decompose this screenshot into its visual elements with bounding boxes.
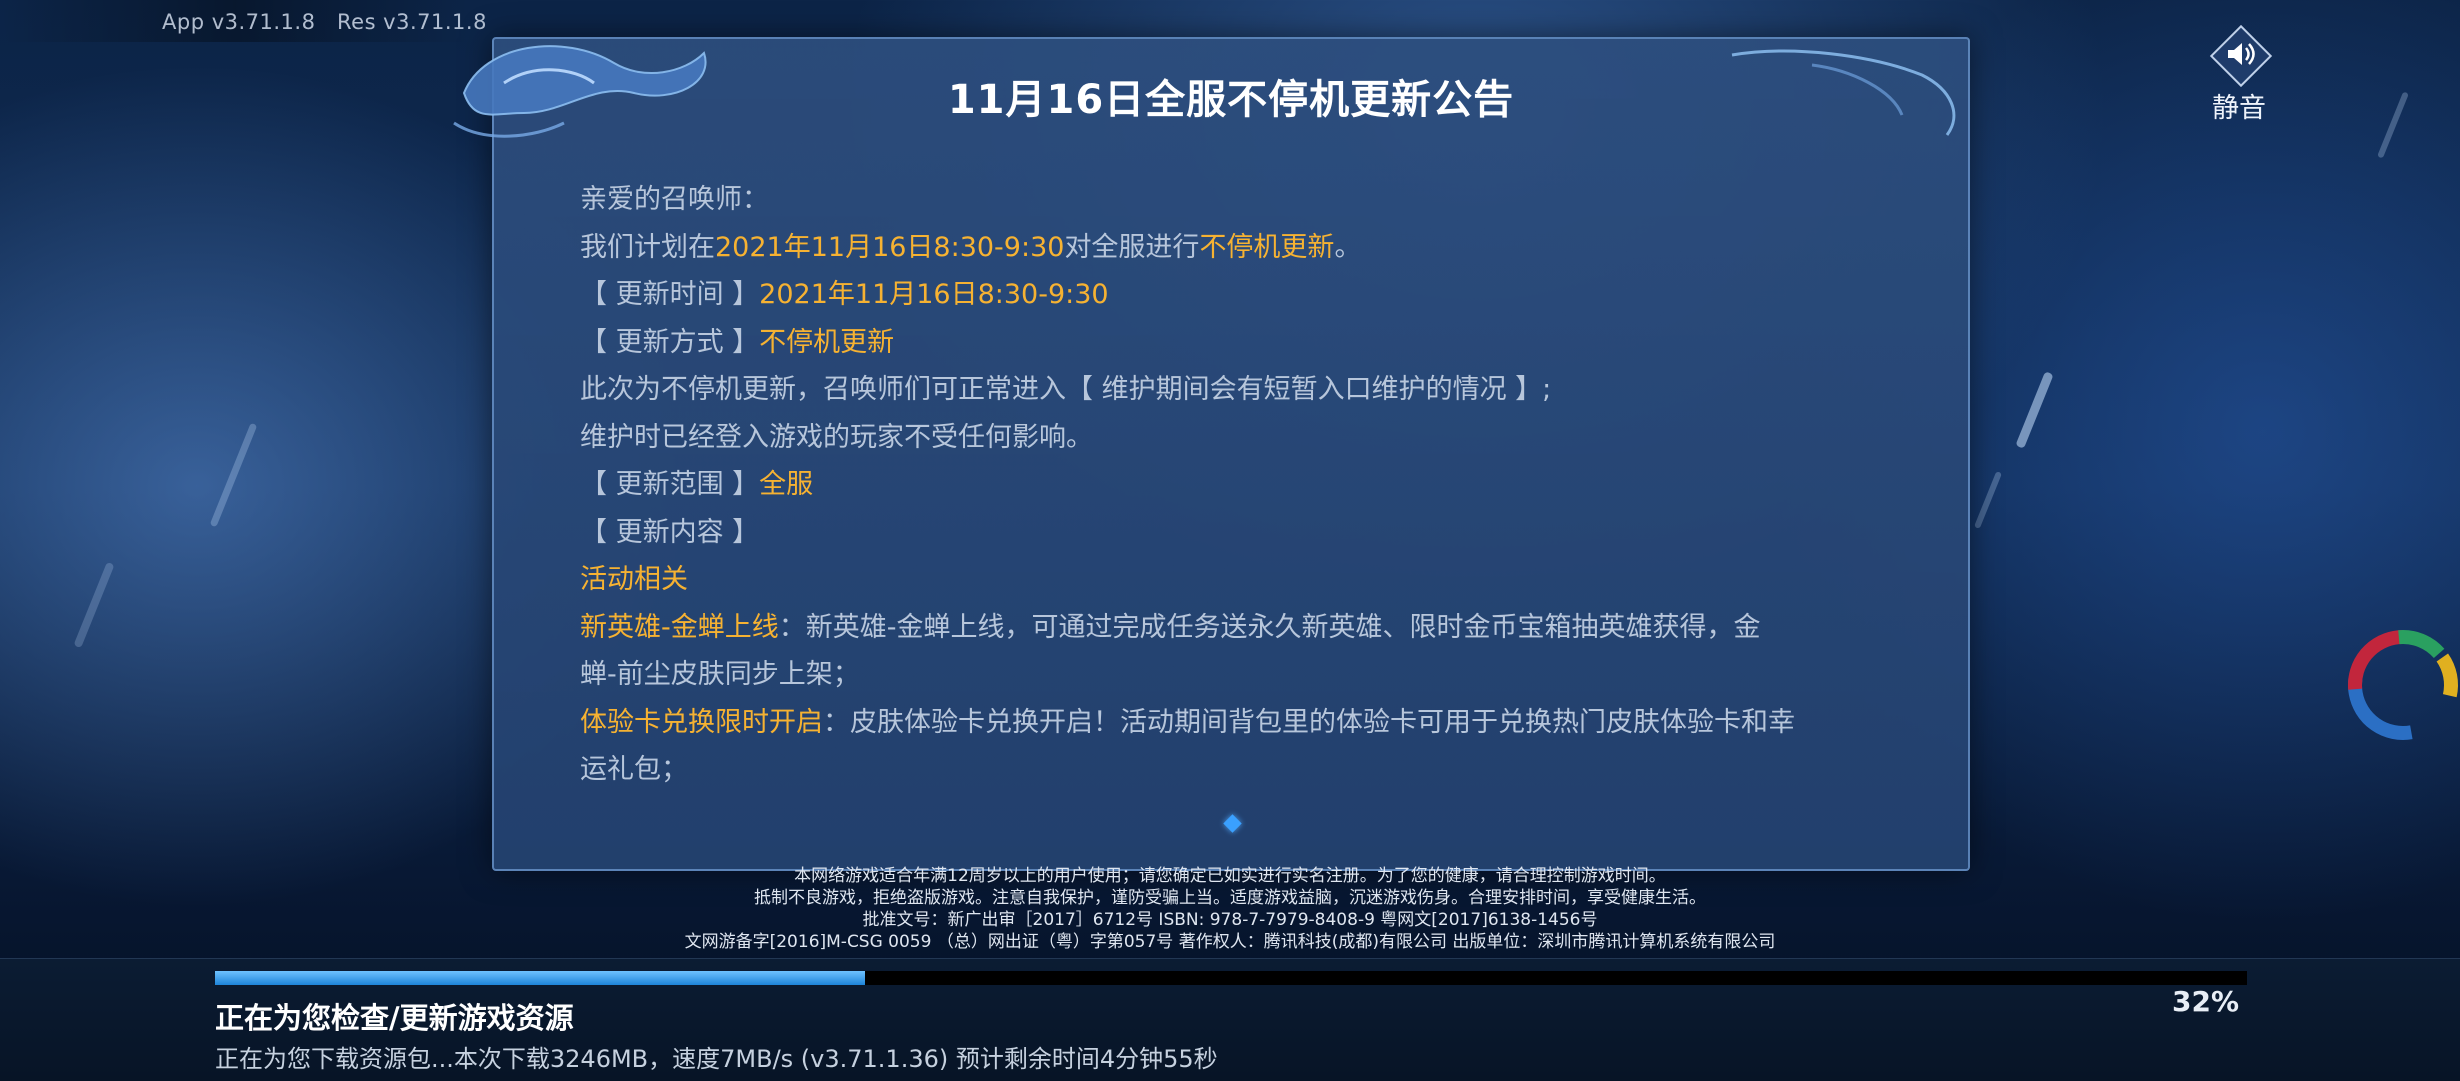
legal-line: 本网络游戏适合年满12周岁以上的用户使用；请您确定已如实进行实名注册。为了您的健…: [794, 866, 1666, 886]
mute-button[interactable]: 静音: [2198, 24, 2280, 125]
update-time-value: 2021年11月16日8:30-9:30: [759, 279, 1109, 310]
update-time-label: 【 更新时间 】: [580, 279, 760, 310]
update-scope-value: 全服: [759, 469, 814, 500]
schedule-mode: 不停机更新: [1199, 231, 1335, 263]
list-item: 体验卡兑换限时开启：皮肤体验卡兑换开启！活动期间背包里的体验卡可用于兑换热门皮肤…: [580, 699, 1880, 747]
update-scope-line: 【 更新范围 】全服: [580, 461, 1880, 509]
item-text: ：皮肤体验卡兑换开启！活动期间背包里的体验卡可用于兑换热门皮肤体验卡和幸: [823, 706, 1795, 738]
update-mode-label: 【 更新方式 】: [580, 326, 760, 358]
download-progress-track: [215, 971, 2247, 985]
app-version: App v3.71.1.8: [162, 10, 316, 34]
update-time-line: 【 更新时间 】2021年11月16日8:30-9:30: [580, 271, 1880, 319]
update-notice-panel: 11月16日全服不停机更新公告 亲爱的召唤师： 我们计划在2021年11月16日…: [453, 37, 1970, 871]
speaker-icon: [2209, 24, 2273, 88]
download-status-title: 正在为您检查/更新游戏资源: [215, 1001, 574, 1035]
item-text: ：新英雄-金蝉上线，可通过完成任务送永久新英雄、限时金币宝箱抽英雄获得，金: [778, 611, 1761, 643]
item-title: 体验卡兑换限时开启: [580, 706, 823, 738]
list-item-continued: 运礼包；: [580, 754, 688, 785]
download-percent: 32%: [2172, 985, 2240, 1018]
update-mode-line: 【 更新方式 】不停机更新: [580, 319, 1880, 367]
legal-line: 批准文号：新广出审［2017］6712号 ISBN: 978-7-7979-84…: [862, 910, 1598, 930]
legal-notice: 本网络游戏适合年满12周岁以上的用户使用；请您确定已如实进行实名注册。为了您的健…: [0, 865, 2460, 953]
greeting: 亲爱的召唤师：: [580, 184, 769, 215]
mute-label: 静音: [2212, 93, 2266, 124]
legal-line: 抵制不良游戏，拒绝盗版游戏。注意自我保护，谨防受骗上当。适度游戏益脑，沉迷游戏伤…: [754, 888, 1706, 908]
legal-line: 文网游备字[2016]M-CSG 0059 （总）网出证（粤）字第057号 著作…: [684, 932, 1776, 952]
list-item: 新英雄-金蝉上线：新英雄-金蝉上线，可通过完成任务送永久新英雄、限时金币宝箱抽英…: [580, 604, 1880, 652]
download-status-bar: 32% 正在为您检查/更新游戏资源 正在为您下载资源包...本次下载3246MB…: [0, 958, 2460, 1081]
section-heading: 活动相关: [580, 564, 688, 595]
schedule-text-2: 对全服进行: [1064, 231, 1200, 263]
notice-title: 11月16日全服不停机更新公告: [947, 77, 1515, 123]
update-mode-value: 不停机更新: [759, 326, 895, 358]
schedule-text: 我们计划在: [580, 231, 715, 263]
version-info: App v3.71.1.8 Res v3.71.1.8: [162, 10, 487, 34]
page-indicator-dot[interactable]: [1223, 814, 1242, 833]
notice-content: 亲爱的召唤师： 我们计划在2021年11月16日8:30-9:30对全服进行不停…: [580, 176, 1880, 794]
maintenance-note: 此次为不停机更新，召唤师们可正常进入【 维护期间会有短暂入口维护的情况 】;: [580, 374, 1552, 405]
item-title: 新英雄-金蝉上线: [580, 611, 779, 643]
schedule-line: 我们计划在2021年11月16日8:30-9:30对全服进行不停机更新。: [580, 224, 1880, 272]
schedule-end: 。: [1334, 231, 1362, 263]
list-item-continued: 蝉-前尘皮肤同步上架；: [580, 659, 860, 690]
loading-ring-icon: [2348, 630, 2458, 741]
download-status-detail: 正在为您下载资源包...本次下载3246MB，速度7MB/s (v3.71.1.…: [215, 1045, 1218, 1073]
update-content-label: 【 更新内容 】: [580, 516, 760, 548]
update-scope-label: 【 更新范围 】: [580, 469, 760, 500]
schedule-time: 2021年11月16日8:30-9:30: [715, 231, 1065, 263]
players-note: 维护时已经登入游戏的玩家不受任何影响。: [580, 421, 1093, 453]
download-progress-fill: [215, 971, 866, 985]
